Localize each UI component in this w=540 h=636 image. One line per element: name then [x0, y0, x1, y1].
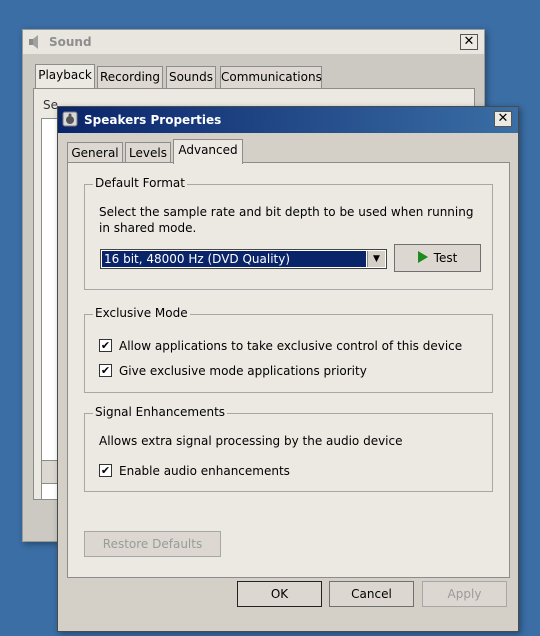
- enable-enhancements-checkbox[interactable]: ✔: [99, 464, 112, 477]
- tab-levels[interactable]: Levels: [125, 142, 171, 163]
- tab-advanced[interactable]: Advanced: [173, 139, 243, 164]
- sound-titlebar[interactable]: Sound ✕: [23, 30, 484, 54]
- speakers-window-title: Speakers Properties: [84, 113, 222, 127]
- sample-rate-value: 16 bit, 48000 Hz (DVD Quality): [102, 251, 366, 267]
- sample-rate-select[interactable]: 16 bit, 48000 Hz (DVD Quality) ▼: [100, 249, 387, 269]
- restore-defaults-button[interactable]: Restore Defaults: [84, 531, 221, 557]
- speakers-titlebar[interactable]: Speakers Properties ✕: [58, 107, 518, 133]
- play-icon: [417, 251, 428, 263]
- exclusive-priority-checkbox[interactable]: ✔: [99, 364, 112, 377]
- tab-sounds[interactable]: Sounds: [166, 66, 216, 88]
- cancel-button[interactable]: Cancel: [329, 581, 414, 607]
- default-format-description-line2: in shared mode.: [99, 221, 197, 235]
- chevron-down-icon[interactable]: ▼: [367, 251, 385, 267]
- tab-general[interactable]: General: [67, 142, 123, 163]
- tab-recording[interactable]: Recording: [97, 66, 163, 88]
- allow-exclusive-label[interactable]: Allow applications to take exclusive con…: [119, 339, 462, 353]
- speakers-close-button[interactable]: ✕: [494, 111, 512, 127]
- signal-enhancements-title: Signal Enhancements: [93, 405, 228, 419]
- speaker-icon: [62, 111, 78, 127]
- tab-playback[interactable]: Playback: [35, 64, 95, 90]
- exclusive-mode-group: Exclusive Mode: [84, 306, 493, 393]
- default-format-title: Default Format: [93, 176, 187, 190]
- apply-button[interactable]: Apply: [422, 581, 507, 607]
- exclusive-mode-title: Exclusive Mode: [93, 306, 190, 320]
- default-format-group: Default Format: [84, 176, 493, 290]
- default-format-description: Select the sample rate and bit depth to …: [99, 205, 474, 219]
- test-button[interactable]: Test: [394, 244, 481, 272]
- ok-button[interactable]: OK: [237, 581, 322, 607]
- sound-window-title: Sound: [49, 35, 92, 49]
- allow-exclusive-checkbox[interactable]: ✔: [99, 339, 112, 352]
- advanced-tab-panel: Default Format Select the sample rate an…: [67, 162, 510, 578]
- exclusive-priority-label[interactable]: Give exclusive mode applications priorit…: [119, 364, 367, 378]
- signal-enhancements-description: Allows extra signal processing by the au…: [99, 434, 403, 448]
- tab-communications[interactable]: Communications: [220, 66, 322, 88]
- speaker-icon: [29, 35, 38, 49]
- enable-enhancements-label[interactable]: Enable audio enhancements: [119, 464, 290, 478]
- speakers-properties-window: Speakers Properties ✕ General Levels Adv…: [57, 106, 519, 632]
- signal-enhancements-group: Signal Enhancements: [84, 405, 493, 492]
- sound-close-button[interactable]: ✕: [460, 34, 478, 50]
